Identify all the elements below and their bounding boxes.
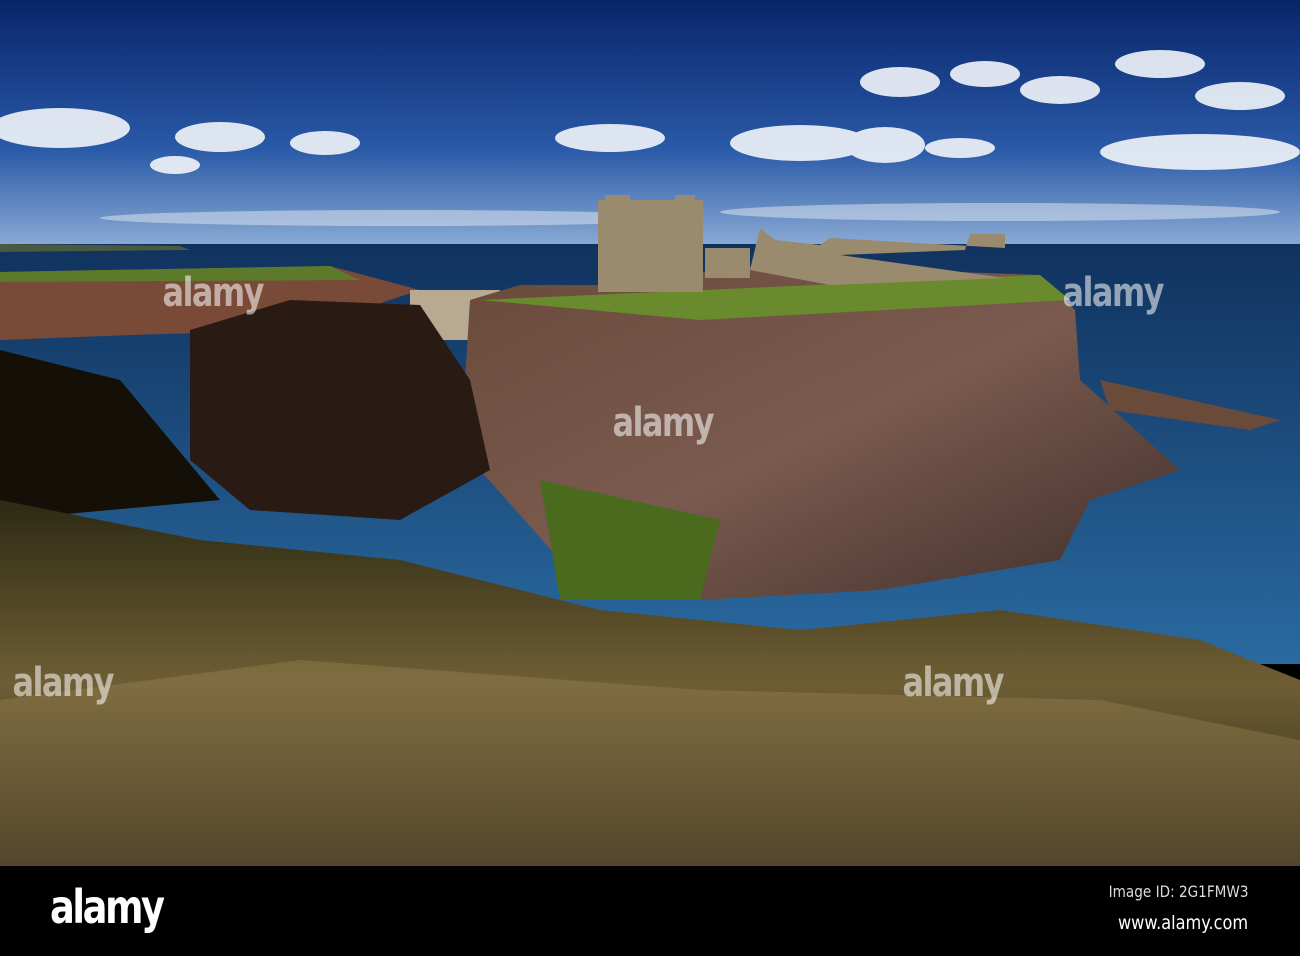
watermark: alamy <box>162 270 265 316</box>
alamy-logo: alamy <box>50 880 165 934</box>
site-url: www.alamy.com <box>1117 912 1248 934</box>
watermark: alamy <box>1062 270 1165 316</box>
footer-bar: alamy Image ID: 2G1FMW3 www.alamy.com <box>0 866 1300 956</box>
watermark: alamy <box>612 400 715 446</box>
image-id: Image ID: 2G1FMW3 <box>1108 882 1248 901</box>
watermark: alamy <box>12 660 115 706</box>
stock-photo: alamy alamy alamy alamy alamy alamy Imag… <box>0 0 1300 956</box>
watermark: alamy <box>902 660 1005 706</box>
